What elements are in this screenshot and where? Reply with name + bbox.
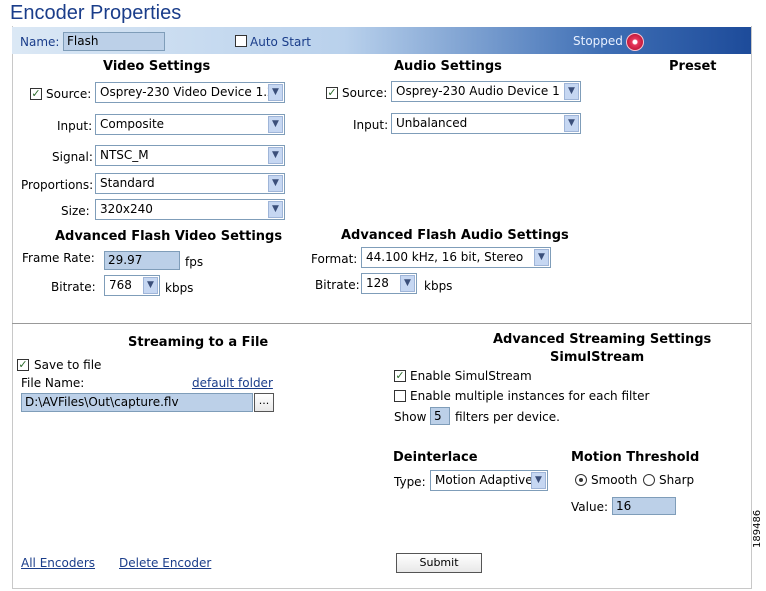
format-value: 44.100 kHz, 16 bit, Stereo [366, 250, 524, 264]
video-bitrate-select[interactable]: 768 ▼ [104, 275, 160, 296]
motion-value-input[interactable]: 16 [612, 497, 676, 515]
video-input-select[interactable]: Composite ▼ [95, 114, 285, 135]
audio-bitrate-select[interactable]: 128 ▼ [361, 273, 417, 294]
audio-input-select[interactable]: Unbalanced ▼ [391, 113, 581, 134]
auto-start-label: Auto Start [250, 35, 311, 49]
audio-input-value: Unbalanced [396, 116, 468, 130]
default-folder-link[interactable]: default folder [192, 376, 273, 390]
size-value: 320x240 [100, 202, 153, 216]
chevron-down-icon: ▼ [534, 249, 549, 266]
video-input-label: Input: [57, 119, 93, 133]
frame-rate-input[interactable]: 29.97 [104, 251, 180, 270]
chevron-down-icon: ▼ [268, 84, 283, 101]
chevron-down-icon: ▼ [268, 116, 283, 133]
figure-id: 189486 [752, 509, 763, 548]
deinterlace-type-select[interactable]: Motion Adaptive ▼ [430, 470, 548, 491]
chevron-down-icon: ▼ [143, 277, 158, 294]
motion-threshold-heading: Motion Threshold [571, 450, 700, 465]
name-label: Name: [20, 35, 60, 49]
adv-audio-heading: Advanced Flash Audio Settings [341, 228, 569, 243]
video-source-select[interactable]: Osprey-230 Video Device 1.2 ▼ [95, 82, 285, 103]
chevron-down-icon: ▼ [268, 201, 283, 218]
audio-bitrate-unit: kbps [424, 279, 453, 293]
delete-encoder-link[interactable]: Delete Encoder [119, 556, 211, 570]
save-to-file-label: Save to file [34, 358, 102, 372]
smooth-label: Smooth [591, 473, 638, 487]
filters-count-input[interactable]: 5 [430, 407, 450, 425]
show-label: Show [394, 410, 427, 424]
enable-multi-label: Enable multiple instances for each filte… [410, 389, 650, 403]
enable-simulstream-label: Enable SimulStream [410, 369, 532, 383]
audio-bitrate-value: 128 [366, 276, 389, 290]
save-to-file-checkbox[interactable]: ✓ [17, 359, 29, 371]
deinterlace-heading: Deinterlace [393, 450, 478, 465]
chevron-down-icon: ▼ [564, 83, 579, 100]
chevron-down-icon: ▼ [531, 472, 546, 489]
audio-source-label: Source: [342, 86, 388, 100]
video-bitrate-unit: kbps [165, 281, 194, 295]
video-source-value: Osprey-230 Video Device 1.2 [100, 85, 275, 99]
signal-label: Signal: [52, 150, 93, 164]
video-input-value: Composite [100, 117, 165, 131]
chevron-down-icon: ▼ [268, 175, 283, 192]
audio-bitrate-label: Bitrate: [315, 278, 360, 292]
all-encoders-link[interactable]: All Encoders [21, 556, 95, 570]
chevron-down-icon: ▼ [268, 147, 283, 164]
size-select[interactable]: 320x240 ▼ [95, 199, 285, 220]
name-input[interactable]: Flash [63, 32, 165, 51]
status-text: Stopped [573, 34, 623, 48]
simulstream-subheading: SimulStream [550, 350, 645, 365]
file-name-label: File Name: [21, 376, 85, 390]
auto-start-checkbox[interactable] [235, 35, 247, 47]
signal-value: NTSC_M [100, 148, 149, 162]
video-bitrate-value: 768 [109, 278, 132, 292]
adv-streaming-heading: Advanced Streaming Settings [493, 332, 712, 347]
audio-input-label: Input: [353, 118, 389, 132]
deinterlace-type-label: Type: [394, 475, 426, 489]
proportions-select[interactable]: Standard ▼ [95, 173, 285, 194]
sharp-label: Sharp [659, 473, 695, 487]
motion-value-label: Value: [571, 500, 608, 514]
format-select[interactable]: 44.100 kHz, 16 bit, Stereo ▼ [361, 247, 551, 268]
section-divider [12, 323, 751, 324]
smooth-radio[interactable] [575, 474, 587, 486]
signal-select[interactable]: NTSC_M ▼ [95, 145, 285, 166]
audio-source-checkbox[interactable]: ✓ [326, 87, 338, 99]
adv-video-heading: Advanced Flash Video Settings [55, 229, 283, 244]
deinterlace-type-value: Motion Adaptive [435, 473, 533, 487]
proportions-value: Standard [100, 176, 155, 190]
enable-multi-checkbox[interactable] [394, 390, 406, 402]
audio-source-value: Osprey-230 Audio Device 1 [396, 84, 560, 98]
browse-button[interactable]: ... [254, 393, 274, 412]
preset-heading: Preset [669, 59, 717, 74]
size-label: Size: [61, 204, 90, 218]
page-title: Encoder Properties [10, 2, 182, 24]
audio-settings-heading: Audio Settings [394, 59, 502, 74]
video-source-checkbox[interactable]: ✓ [30, 88, 42, 100]
video-source-label: Source: [46, 87, 92, 101]
proportions-label: Proportions: [21, 178, 94, 192]
audio-source-select[interactable]: Osprey-230 Audio Device 1 ▼ [391, 81, 581, 102]
submit-button[interactable]: Submit [396, 553, 482, 573]
stopped-status-icon [626, 33, 644, 51]
show-suffix: filters per device. [455, 410, 560, 424]
frame-rate-label: Frame Rate: [22, 251, 95, 265]
enable-simulstream-checkbox[interactable]: ✓ [394, 370, 406, 382]
frame-rate-unit: fps [185, 255, 204, 269]
streaming-file-heading: Streaming to a File [128, 335, 269, 350]
file-path-input[interactable]: D:\AVFiles\Out\capture.flv [21, 393, 253, 412]
chevron-down-icon: ▼ [400, 275, 415, 292]
sharp-radio[interactable] [643, 474, 655, 486]
video-bitrate-label: Bitrate: [51, 280, 96, 294]
video-settings-heading: Video Settings [103, 59, 211, 74]
format-label: Format: [311, 252, 358, 266]
chevron-down-icon: ▼ [564, 115, 579, 132]
